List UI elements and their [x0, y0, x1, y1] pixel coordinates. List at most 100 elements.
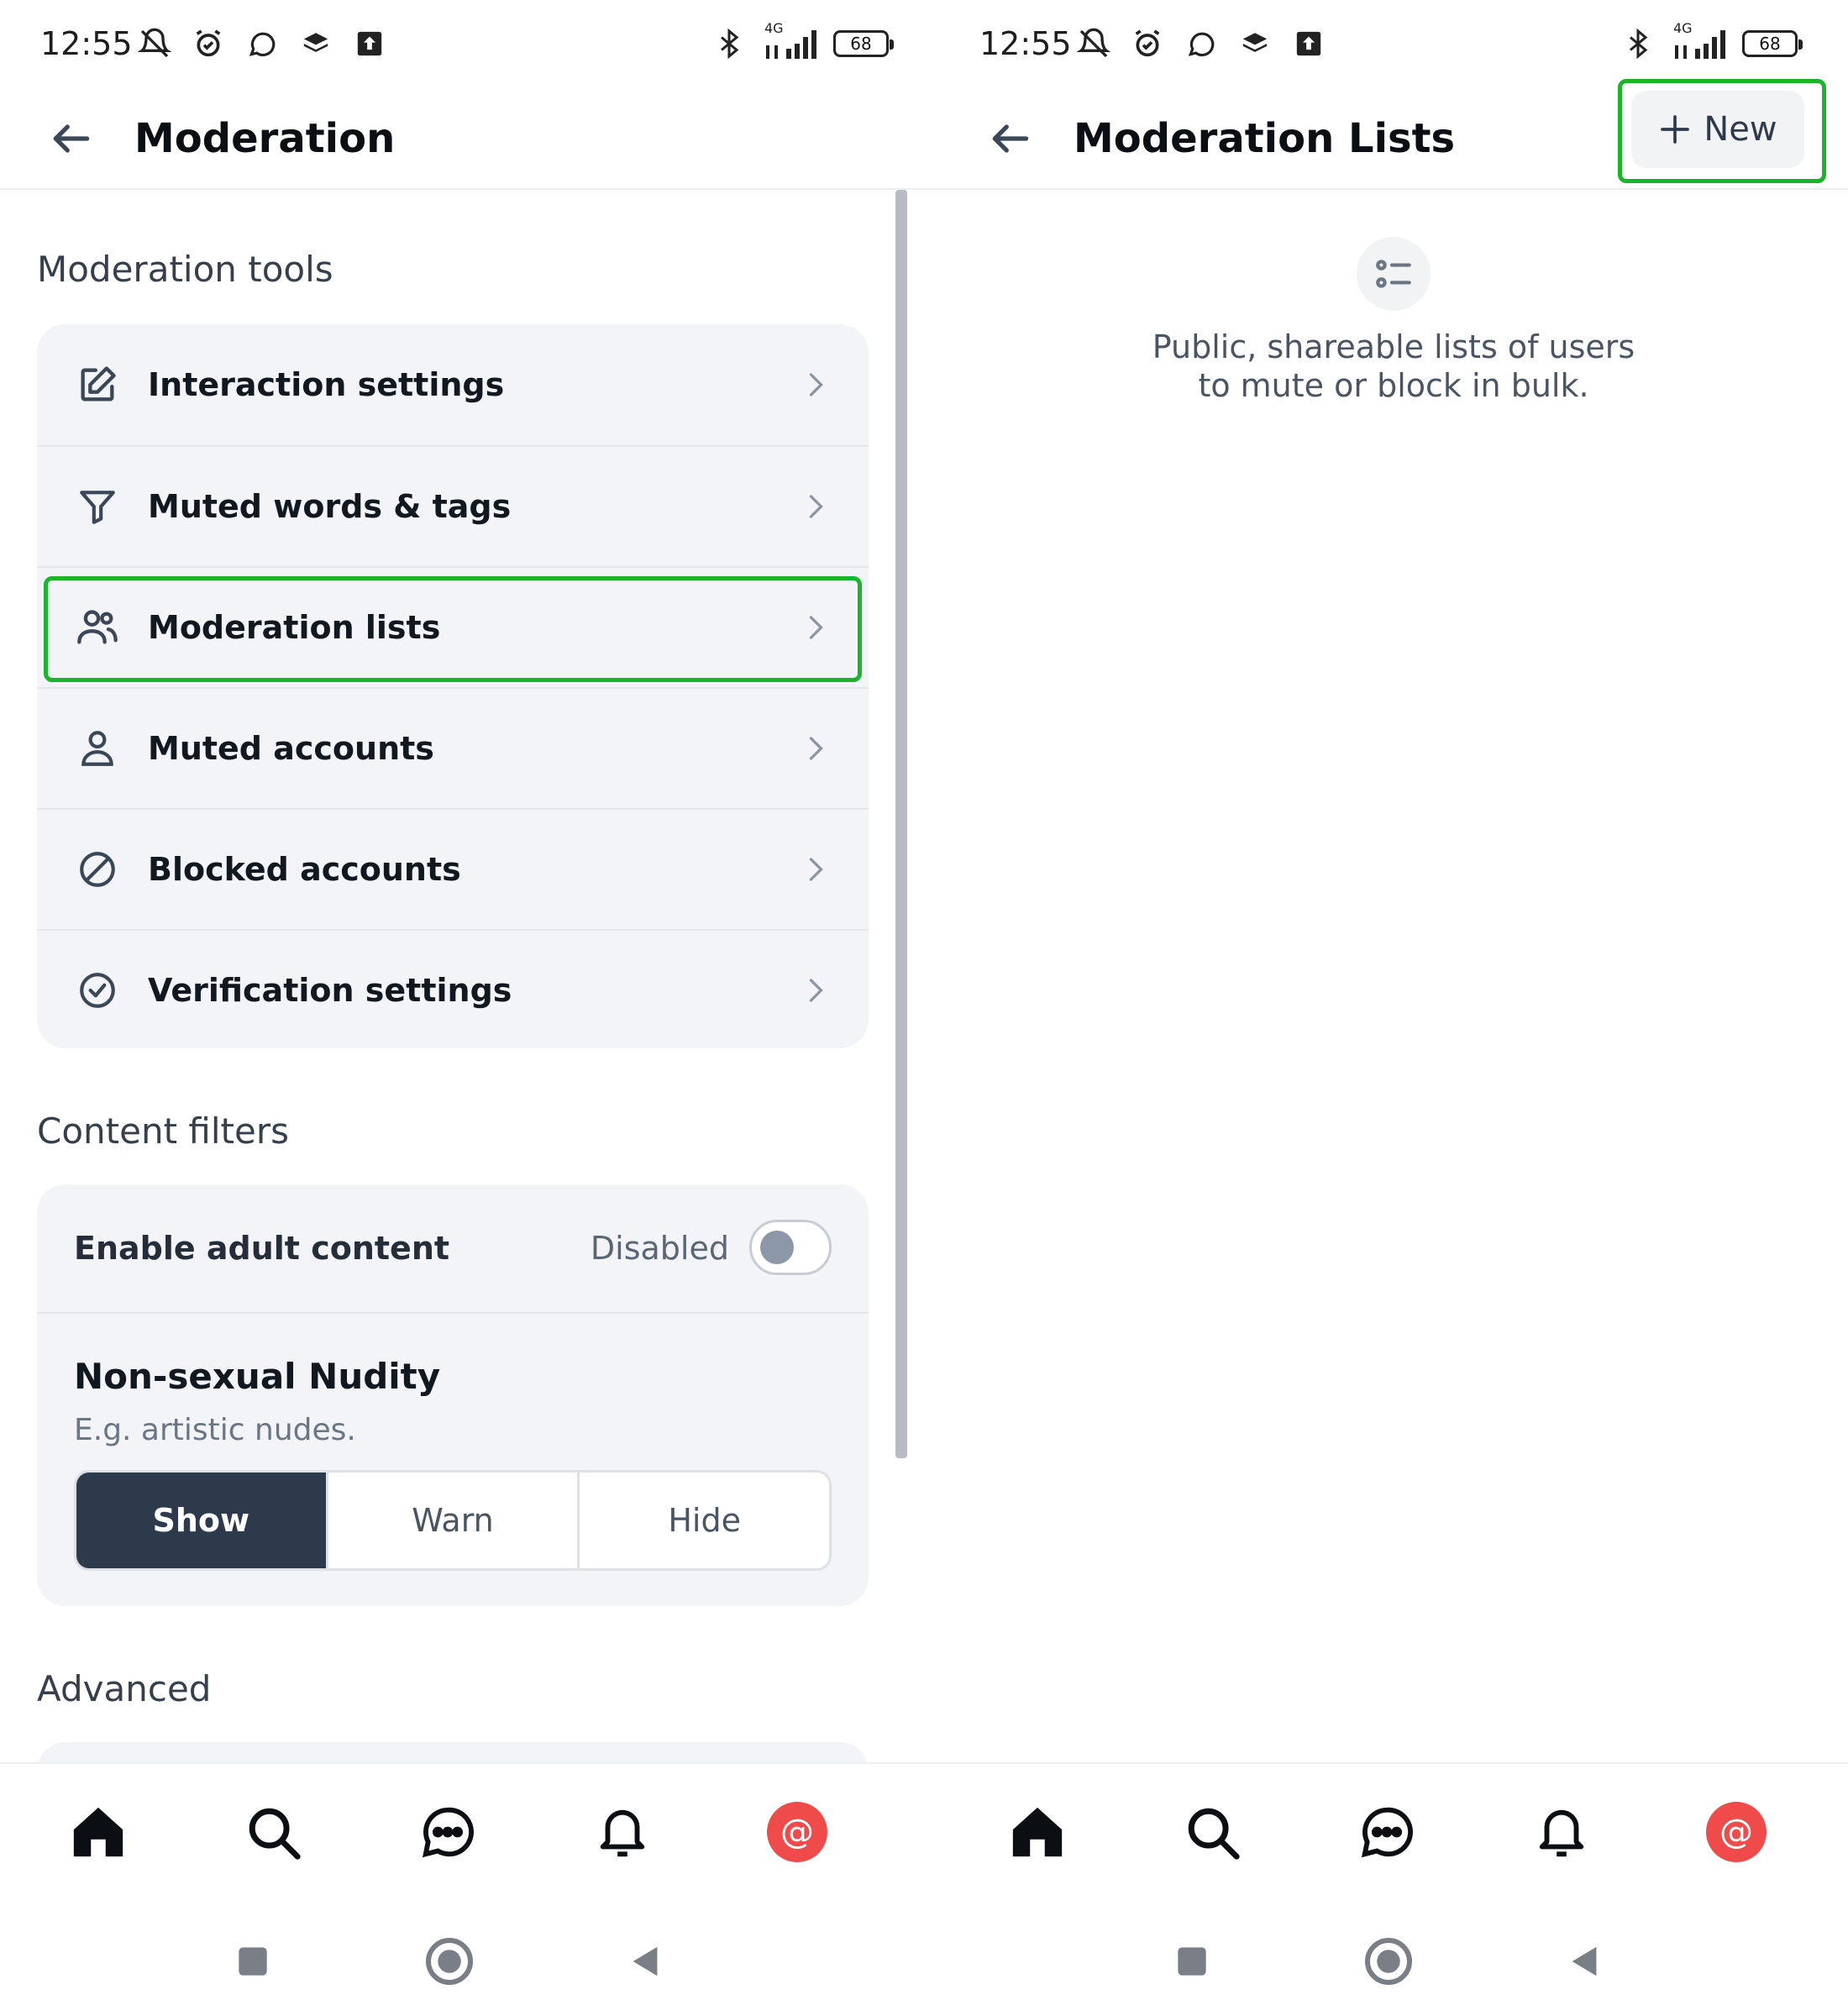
back-button[interactable] — [981, 109, 1040, 168]
segment-hide[interactable]: Hide — [577, 1473, 829, 1568]
segment-warn[interactable]: Warn — [325, 1473, 578, 1568]
bluetooth-icon — [711, 25, 748, 62]
bell-icon — [600, 1809, 645, 1857]
check-circle-icon — [74, 967, 121, 1014]
scrollbar[interactable] — [895, 190, 907, 1458]
menu-item-muted-accounts[interactable]: Muted accounts — [37, 687, 869, 808]
menu-item-moderation-lists[interactable]: Moderation lists — [37, 566, 869, 687]
notification-icons — [1075, 25, 1327, 62]
bottom-nav: @ — [0, 1762, 939, 1907]
avatar: @ — [1706, 1802, 1767, 1862]
menu-item-interaction-settings[interactable]: Interaction settings — [37, 324, 869, 445]
screen-header: Moderation — [0, 92, 939, 190]
search-icon — [249, 1808, 301, 1860]
chevron-right-icon — [798, 853, 832, 886]
arrow-left-icon — [992, 124, 1029, 153]
chevron-right-icon — [798, 490, 832, 523]
menu-item-label: Blocked accounts — [148, 851, 461, 888]
menu-item-label: Interaction settings — [148, 366, 505, 403]
status-bar: 12:55 4G 68 — [939, 0, 1848, 92]
empty-state-text: Public, shareable lists of users to mute… — [939, 328, 1848, 405]
nudity-filter-segmented-control: Show Warn Hide — [74, 1470, 832, 1571]
page-title: Moderation Lists — [1074, 115, 1456, 162]
system-status-icons: 4G 68 — [711, 20, 894, 62]
advanced-heading: Advanced — [37, 1668, 212, 1709]
moderation-tools-heading: Moderation tools — [37, 249, 333, 290]
adult-content-label: Enable adult content — [74, 1230, 450, 1267]
home-system-button[interactable] — [422, 1934, 477, 1989]
battery-indicator: 68 — [1742, 30, 1803, 57]
nav-search[interactable] — [235, 1794, 311, 1870]
menu-item-muted-words[interactable]: Muted words & tags — [37, 445, 869, 566]
upload-icon — [351, 25, 388, 62]
content-filters-heading: Content filters — [37, 1110, 289, 1152]
whatsapp-icon — [244, 25, 281, 62]
menu-item-blocked-accounts[interactable]: Blocked accounts — [37, 808, 869, 929]
nav-home[interactable] — [60, 1794, 136, 1870]
menu-item-label: Verification settings — [148, 972, 512, 1009]
chevron-right-icon — [798, 368, 832, 402]
circle-icon — [426, 1938, 473, 1985]
block-icon — [74, 846, 121, 893]
filter-icon — [74, 483, 121, 530]
bell-icon — [1539, 1809, 1584, 1857]
nudity-filter-description: E.g. artistic nudes. — [74, 1413, 356, 1447]
menu-item-label: Moderation lists — [148, 609, 441, 646]
menu-item-label: Muted accounts — [148, 730, 434, 767]
mute-alarm-icon — [136, 25, 173, 62]
empty-state-line-2: to mute or block in bulk. — [1198, 367, 1589, 404]
nav-profile[interactable]: @ — [759, 1794, 835, 1870]
alarm-icon — [1129, 25, 1166, 62]
users-icon — [74, 604, 121, 651]
back-system-button[interactable] — [1557, 1934, 1613, 1989]
notification-icons — [136, 25, 388, 62]
home-icon — [73, 1807, 123, 1857]
nav-search[interactable] — [1174, 1794, 1250, 1870]
adult-content-toggle[interactable] — [749, 1220, 832, 1275]
moderation-lists-screen: 12:55 4G 68 Moderation Lists New Public,… — [939, 0, 1848, 2016]
list-icon — [1357, 237, 1431, 311]
nav-notifications[interactable] — [585, 1794, 660, 1870]
plus-icon — [1661, 115, 1690, 144]
nav-chat[interactable] — [410, 1794, 486, 1870]
layers-icon — [297, 25, 334, 62]
upload-icon — [1290, 25, 1327, 62]
moderation-tools-card: Interaction settings Muted words & tags — [37, 324, 869, 1048]
nav-chat[interactable] — [1349, 1794, 1425, 1870]
status-time: 12:55 — [40, 25, 133, 62]
chat-icon — [1361, 1807, 1413, 1858]
new-list-button[interactable]: New — [1631, 91, 1804, 168]
at-sign-icon: @ — [780, 1813, 814, 1851]
nav-home[interactable] — [1000, 1794, 1075, 1870]
network-type: 4G — [1673, 20, 1693, 36]
back-button[interactable] — [42, 109, 101, 168]
back-system-button[interactable] — [618, 1934, 674, 1989]
recents-button[interactable] — [1164, 1934, 1220, 1989]
empty-state-line-1: Public, shareable lists of users — [1152, 328, 1635, 365]
bluetooth-icon — [1620, 25, 1656, 62]
toggle-knob — [760, 1231, 794, 1264]
recents-button[interactable] — [225, 1934, 281, 1989]
arrow-left-icon — [53, 124, 90, 153]
chevron-right-icon — [798, 732, 832, 765]
menu-item-verification-settings[interactable]: Verification settings — [37, 929, 869, 1048]
nudity-filter-title: Non-sexual Nudity — [74, 1356, 441, 1397]
status-time: 12:55 — [979, 25, 1072, 62]
chevron-right-icon — [798, 974, 832, 1007]
adult-content-state: Disabled — [590, 1230, 729, 1267]
segment-show[interactable]: Show — [76, 1473, 326, 1568]
home-system-button[interactable] — [1361, 1934, 1416, 1989]
nav-profile[interactable]: @ — [1698, 1794, 1774, 1870]
search-icon — [1188, 1808, 1240, 1860]
system-nav-bar — [0, 1907, 939, 2016]
circle-icon — [1365, 1938, 1412, 1985]
status-bar: 12:55 4G 68 — [0, 0, 939, 92]
bottom-nav: @ — [939, 1762, 1848, 1907]
signal-icon: 4G — [1670, 20, 1729, 62]
network-type: 4G — [764, 20, 784, 36]
nav-notifications[interactable] — [1524, 1794, 1599, 1870]
screenshot-stage: 12:55 4G 68 Moderation Moderation tools … — [0, 0, 1848, 2016]
person-icon — [74, 725, 121, 772]
chat-icon — [422, 1807, 474, 1858]
whatsapp-icon — [1183, 25, 1220, 62]
